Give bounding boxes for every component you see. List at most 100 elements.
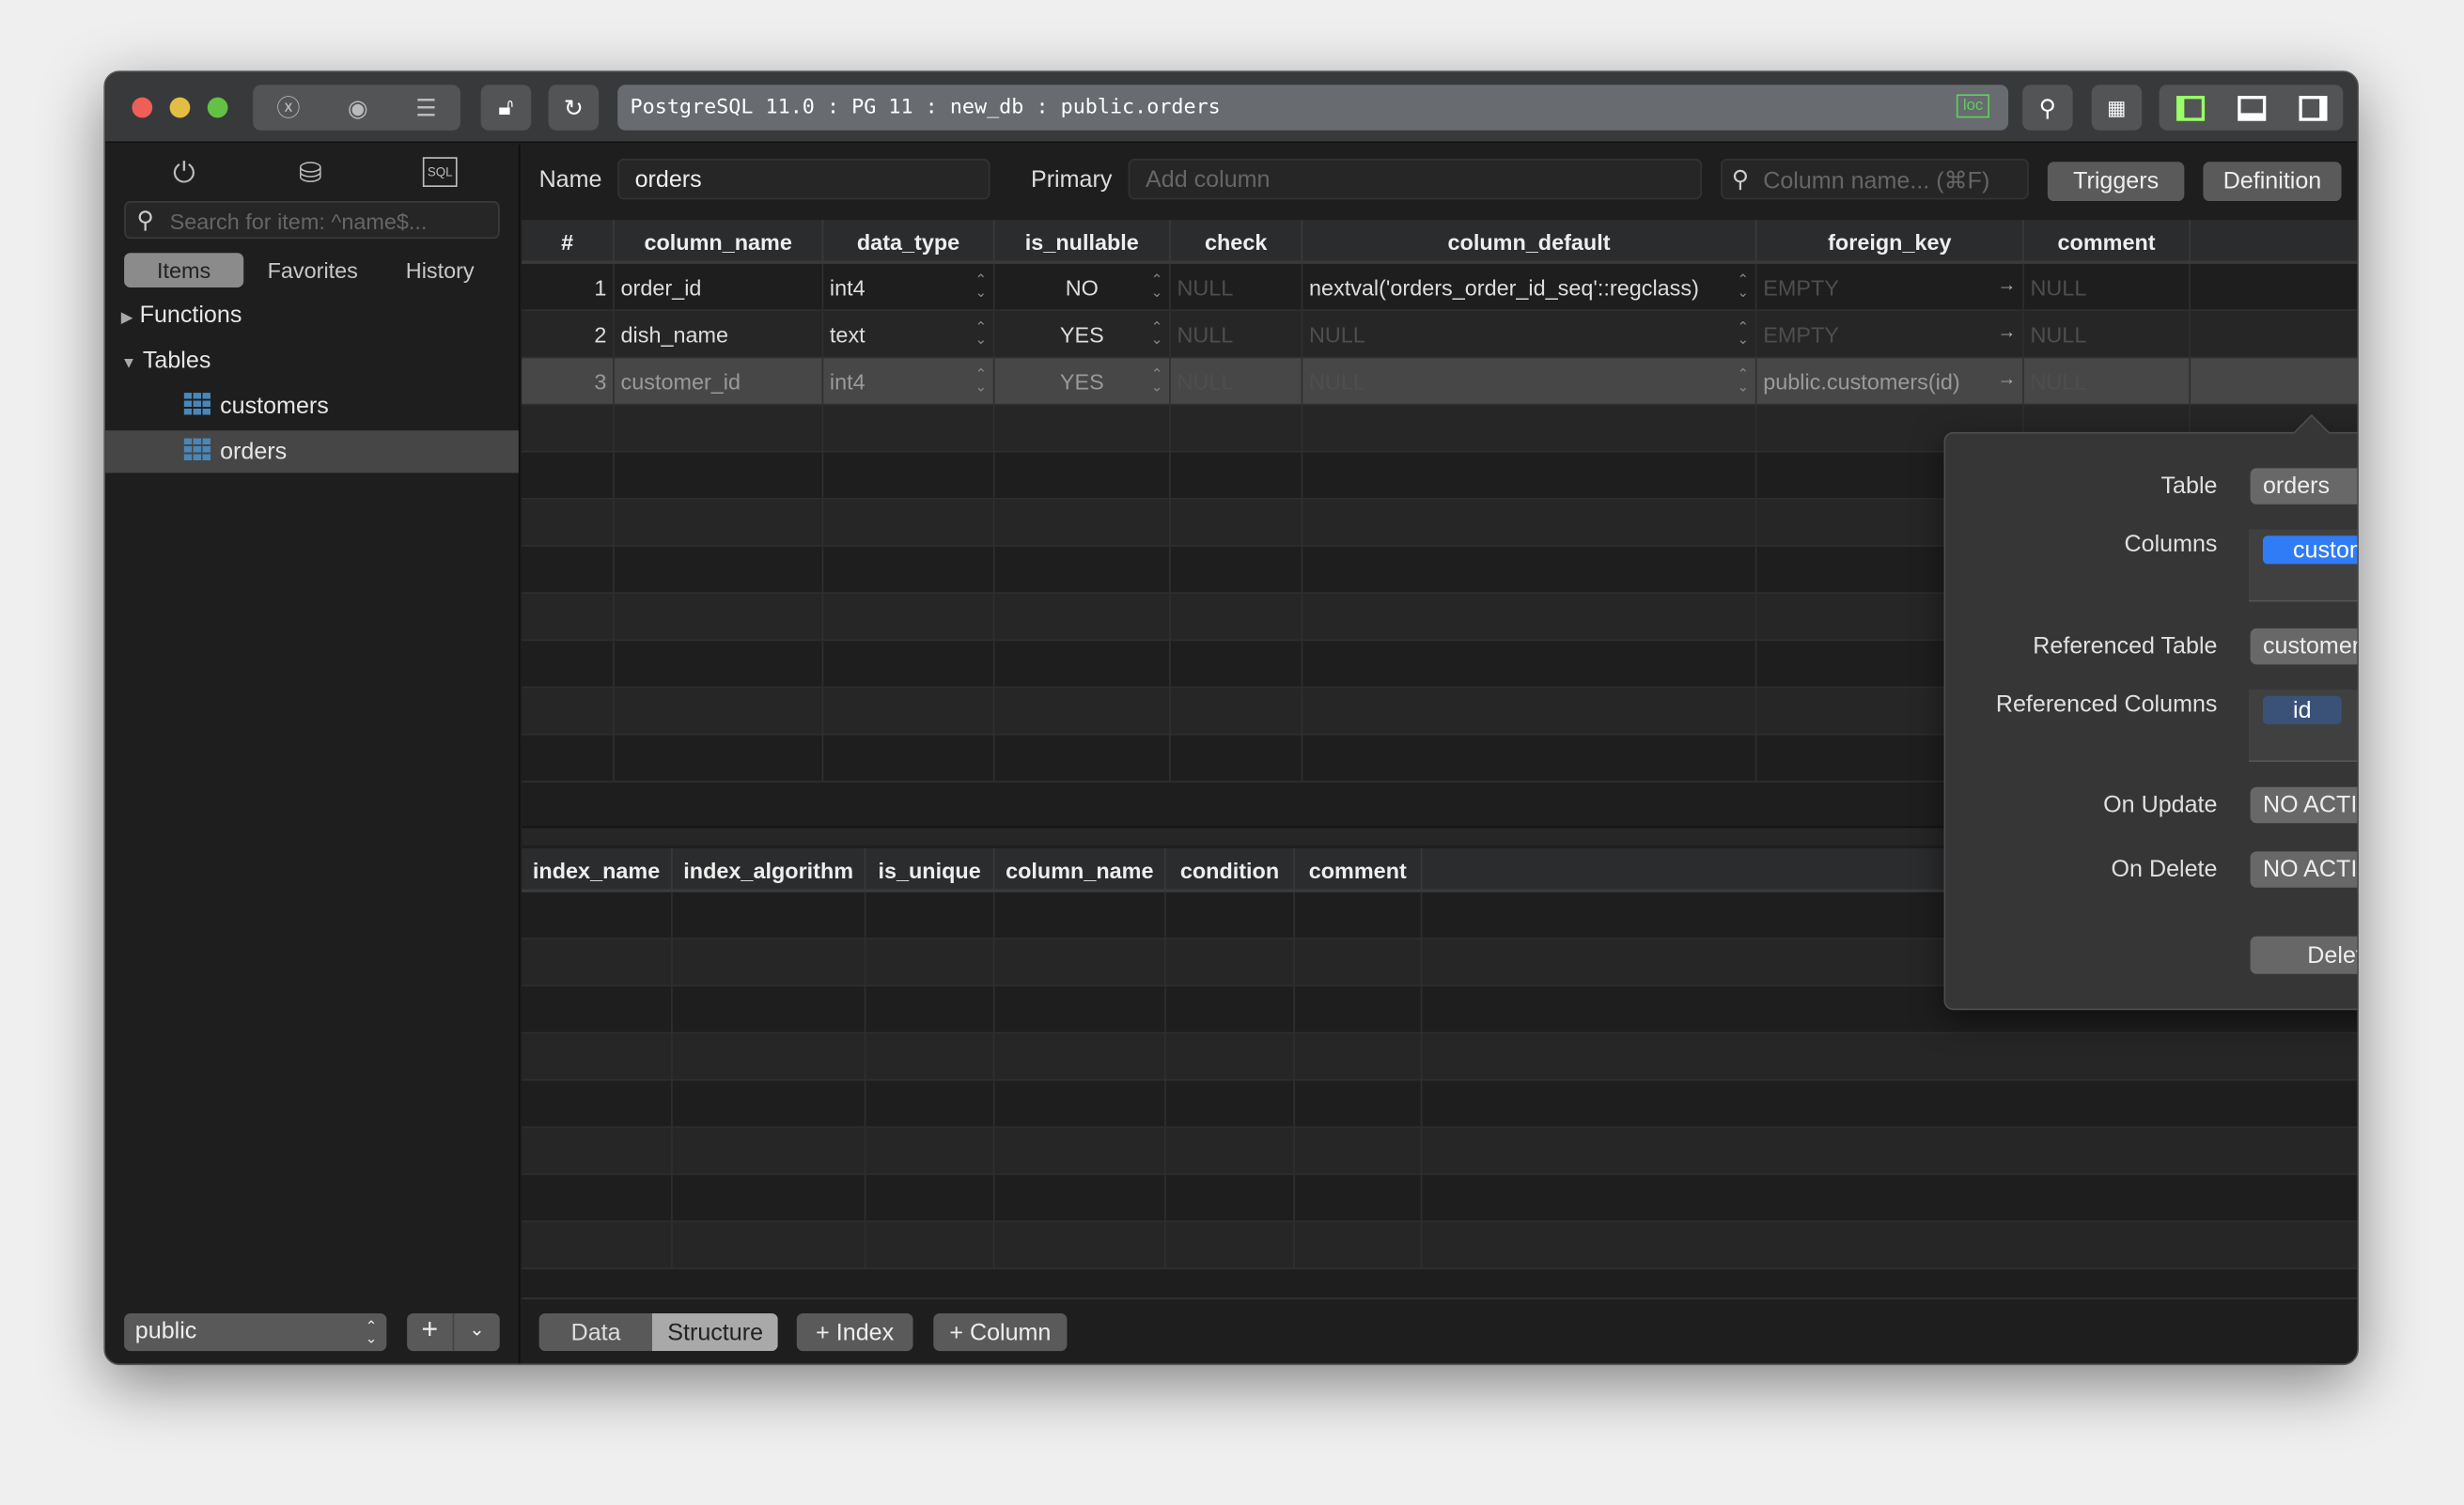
schema-select[interactable]: public ⌃ ⌄: [124, 1312, 387, 1352]
table-cell[interactable]: NULL: [2024, 311, 2191, 357]
arrow-right-icon[interactable]: →: [1997, 320, 2016, 342]
table-cell[interactable]: customer_id: [615, 358, 824, 404]
zoom-window-button[interactable]: [207, 97, 228, 118]
updown-chevron-icon[interactable]: ⌃ ⌄: [1151, 272, 1163, 299]
table-cell[interactable]: text ⌃ ⌄: [823, 311, 995, 357]
tree-tables[interactable]: ▼ Tables: [121, 348, 211, 374]
database-icon[interactable]: ⛁: [299, 157, 322, 190]
triggers-button[interactable]: Triggers: [2047, 162, 2185, 202]
tree-functions[interactable]: ▶ Functions: [121, 302, 242, 328]
header-cell[interactable]: column_default: [1302, 220, 1757, 261]
on-update-select[interactable]: NO ACTION⌃⌄: [2250, 786, 2358, 824]
columns-list[interactable]: customer_id: [2248, 529, 2358, 602]
table-cell[interactable]: order_id: [615, 263, 824, 310]
table-cell[interactable]: NULL: [2024, 358, 2191, 404]
eye-icon[interactable]: ◉: [348, 93, 368, 121]
table-select[interactable]: orders⌃⌄: [2250, 468, 2358, 504]
table-cell[interactable]: NULL: [1171, 358, 1303, 404]
header-cell[interactable]: column_name: [995, 847, 1166, 890]
plus-icon[interactable]: +: [407, 1312, 455, 1352]
updown-chevron-icon[interactable]: ⌃ ⌄: [975, 319, 988, 346]
table-cell[interactable]: int4 ⌃ ⌄: [823, 263, 995, 310]
ref-table-select[interactable]: customers⌃⌄: [2250, 628, 2358, 665]
header-cell[interactable]: is_nullable: [995, 220, 1171, 261]
header-cell[interactable]: is_unique: [866, 847, 995, 890]
table-cell[interactable]: EMPTY →: [1757, 311, 2024, 357]
tab-data[interactable]: Data: [538, 1312, 653, 1352]
header-cell[interactable]: [2191, 220, 2357, 260]
close-circle-icon[interactable]: ⓧ: [276, 91, 300, 124]
on-delete-select[interactable]: NO ACTION⌃⌄: [2250, 851, 2358, 888]
table-cell[interactable]: NULL: [2024, 263, 2191, 310]
sidebar-item-customers[interactable]: customers: [105, 385, 519, 427]
header-cell[interactable]: #: [522, 220, 615, 261]
updown-chevron-icon[interactable]: ⌃ ⌄: [975, 272, 988, 299]
chevron-down-icon[interactable]: ⌄: [454, 1313, 499, 1351]
tab-items[interactable]: Items: [124, 253, 244, 288]
empty-cell: [1422, 1033, 2357, 1078]
ref-column-chip[interactable]: id: [2262, 695, 2342, 724]
updown-chevron-icon[interactable]: ⌃ ⌄: [975, 366, 988, 393]
updown-chevron-icon[interactable]: ⌃ ⌄: [1151, 366, 1163, 393]
table-row[interactable]: 3 customer_id int4 ⌃ ⌄ YES ⌃ ⌄ NULL NULL ⌃ ⌄ public.…: [522, 358, 2358, 406]
table-cell[interactable]: dish_name: [615, 311, 824, 357]
table-cell[interactable]: [2191, 311, 2357, 356]
table-cell[interactable]: 2: [522, 311, 615, 357]
table-cell[interactable]: YES ⌃ ⌄: [995, 311, 1171, 357]
delete-button[interactable]: Delete: [2250, 936, 2358, 974]
close-window-button[interactable]: [132, 97, 153, 118]
table-row[interactable]: 1 order_id int4 ⌃ ⌄ NO ⌃ ⌄ NULL nextval('orders_o…: [522, 263, 2358, 312]
connection-icon[interactable]: ⏻: [173, 157, 195, 190]
table-cell[interactable]: NO ⌃ ⌄: [995, 263, 1171, 310]
updown-chevron-icon[interactable]: ⌃ ⌄: [1151, 319, 1163, 346]
header-cell[interactable]: data_type: [823, 220, 995, 261]
header-cell[interactable]: index_name: [522, 847, 673, 890]
table-cell[interactable]: [2191, 264, 2357, 309]
column-chip[interactable]: customer_id: [2262, 535, 2358, 565]
header-cell[interactable]: index_algorithm: [673, 847, 866, 890]
table-row[interactable]: 2 dish_name text ⌃ ⌄ YES ⌃ ⌄ NULL NULL ⌃ ⌄ EMPTY → NUL…: [522, 311, 2358, 359]
primary-key-input[interactable]: Add column: [1128, 158, 1702, 200]
tab-favorites[interactable]: Favorites: [252, 253, 374, 287]
table-cell[interactable]: int4 ⌃ ⌄: [823, 358, 995, 404]
header-cell[interactable]: column_name: [615, 220, 824, 261]
definition-button[interactable]: Definition: [2203, 162, 2342, 202]
table-cell[interactable]: public.customers(id) →: [1757, 358, 2024, 404]
updown-chevron-icon[interactable]: ⌃ ⌄: [1738, 319, 1750, 346]
table-cell[interactable]: NULL: [1171, 263, 1303, 310]
table-cell[interactable]: NULL ⌃ ⌄: [1302, 358, 1757, 404]
sql-icon[interactable]: SQL: [422, 157, 458, 187]
empty-cell: [1166, 1127, 1295, 1174]
table-cell[interactable]: NULL ⌃ ⌄: [1302, 311, 1757, 357]
empty-cell: [823, 499, 995, 546]
empty-cell: [823, 688, 995, 734]
table-cell[interactable]: EMPTY →: [1757, 263, 2024, 310]
table-cell[interactable]: NULL: [1171, 311, 1303, 357]
arrow-right-icon[interactable]: →: [1997, 273, 2016, 295]
header-cell[interactable]: comment: [1295, 847, 1423, 890]
header-cell[interactable]: condition: [1166, 847, 1295, 890]
tab-structure[interactable]: Structure: [652, 1312, 778, 1352]
arrow-right-icon[interactable]: →: [1997, 367, 2016, 389]
tab-history[interactable]: History: [385, 253, 495, 287]
sidebar-item-orders[interactable]: orders: [105, 430, 519, 473]
ref-columns-list[interactable]: id: [2248, 690, 2358, 763]
add-index-button[interactable]: + Index: [796, 1312, 913, 1352]
header-cell[interactable]: foreign_key: [1757, 220, 2024, 261]
updown-chevron-icon[interactable]: ⌃ ⌄: [1738, 366, 1750, 393]
column-search-input[interactable]: ⚲ Column name... (⌘F): [1721, 158, 2029, 200]
minimize-window-button[interactable]: [169, 97, 191, 118]
sidebar-search-input[interactable]: ⚲ Search for item: ^name$...: [124, 201, 500, 240]
table-cell[interactable]: YES ⌃ ⌄: [995, 358, 1171, 404]
add-column-button[interactable]: + Column: [933, 1312, 1068, 1352]
table-cell[interactable]: 1: [522, 263, 615, 310]
empty-cell: [522, 1127, 673, 1174]
header-cell[interactable]: comment: [2024, 220, 2191, 261]
header-cell[interactable]: check: [1171, 220, 1303, 261]
table-cell[interactable]: [2191, 358, 2357, 403]
list-icon[interactable]: ☰: [415, 93, 436, 121]
table-cell[interactable]: 3: [522, 358, 615, 404]
table-cell[interactable]: nextval('orders_order_id_seq'::regclass)…: [1302, 263, 1757, 310]
updown-chevron-icon[interactable]: ⌃ ⌄: [1738, 272, 1750, 299]
table-name-input[interactable]: orders: [617, 158, 990, 200]
